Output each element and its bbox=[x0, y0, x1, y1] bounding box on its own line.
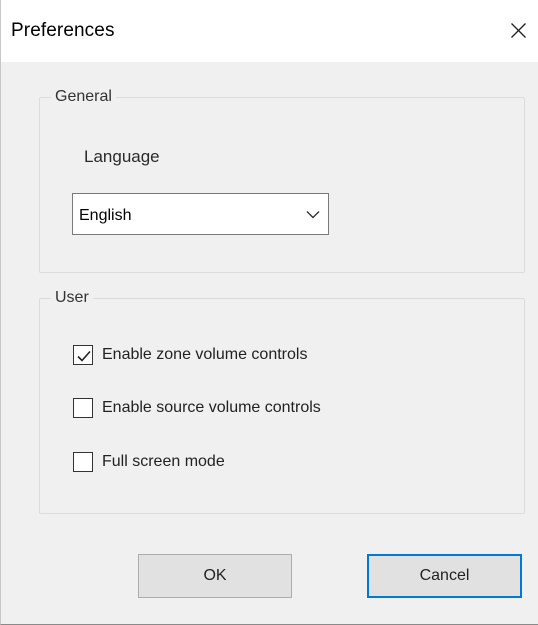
enable-zone-volume-checkbox[interactable]: Enable zone volume controls bbox=[73, 345, 393, 367]
cancel-button[interactable]: Cancel bbox=[367, 554, 522, 598]
checkbox-label: Enable zone volume controls bbox=[102, 346, 308, 363]
chevron-down-icon bbox=[306, 211, 320, 219]
dialog-body: General Language English User Enable zon… bbox=[1, 62, 538, 624]
checkbox-box bbox=[73, 452, 93, 472]
preferences-dialog: Preferences General Language English Use… bbox=[0, 0, 538, 625]
language-select[interactable]: English bbox=[72, 193, 329, 235]
language-select-value: English bbox=[79, 207, 132, 224]
checkbox-box bbox=[73, 345, 93, 365]
ok-button[interactable]: OK bbox=[138, 554, 292, 598]
checkbox-label: Enable source volume controls bbox=[102, 399, 321, 416]
general-groupbox bbox=[39, 97, 525, 273]
full-screen-mode-checkbox[interactable]: Full screen mode bbox=[73, 452, 293, 474]
close-icon bbox=[511, 23, 526, 38]
title-bar: Preferences bbox=[1, 0, 538, 62]
checkbox-label: Full screen mode bbox=[102, 453, 225, 470]
close-button[interactable] bbox=[501, 10, 535, 50]
checkbox-box bbox=[73, 398, 93, 418]
enable-source-volume-checkbox[interactable]: Enable source volume controls bbox=[73, 398, 413, 420]
user-legend: User bbox=[51, 289, 93, 307]
language-label: Language bbox=[84, 147, 160, 166]
checkmark-icon bbox=[77, 350, 91, 362]
general-legend: General bbox=[51, 88, 116, 106]
window-title: Preferences bbox=[11, 20, 115, 41]
